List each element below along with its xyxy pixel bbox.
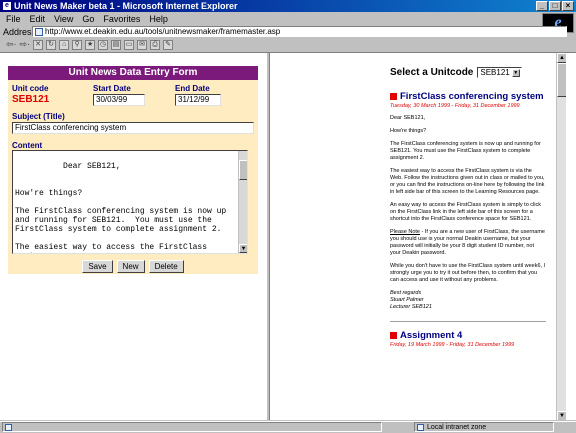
ie-window-icon: e [2,1,12,11]
news-title: FirstClass conferencing system [400,91,544,102]
scroll-down-icon[interactable]: ▼ [239,244,247,253]
bullet-icon [390,93,397,100]
form-heading: Unit News Data Entry Form [8,66,258,80]
news-date: Friday, 19 March 1999 - Friday, 31 Decem… [390,342,515,348]
save-button[interactable]: Save [82,260,113,273]
content-text: Dear SEB121, How're things? The FirstCla… [15,162,227,253]
content-label: Content [12,141,43,150]
close-button[interactable]: × [562,1,574,11]
menu-file[interactable]: File [6,14,21,24]
unit-code-label: Unit code [12,84,49,93]
menu-view[interactable]: View [54,14,73,24]
home-icon[interactable]: ⌂ [59,39,70,50]
content-textarea[interactable]: Dear SEB121, How're things? The FirstCla… [12,150,248,254]
please-note: Please Note [390,229,420,235]
history-icon[interactable]: ◷ [98,39,109,50]
minimize-button[interactable]: _ [536,1,548,11]
page-icon [5,424,12,431]
unitcode-select[interactable]: SEB121 ▼ [477,67,522,78]
back-icon[interactable]: ⇦· [6,39,17,50]
subject-input[interactable]: FirstClass conferencing system [12,122,254,134]
news-paragraph: Please Note - If you are a new user of F… [390,229,546,257]
print-icon[interactable]: ⎙ [150,39,161,50]
menu-favorites[interactable]: Favorites [103,14,140,24]
end-date-label: End Date [175,84,210,93]
delete-button[interactable]: Delete [148,260,184,273]
start-date-label: Start Date [93,84,131,93]
refresh-icon[interactable]: ↻ [46,39,57,50]
news-paragraph: The FirstClass conferencing system is no… [390,141,541,161]
stop-icon[interactable]: ✕ [33,39,44,50]
scroll-up-icon[interactable]: ▲ [557,53,566,63]
news-body: Dear SEB121, How're things? The FirstCla… [390,115,546,311]
scroll-thumb[interactable] [239,160,247,180]
news-paragraph: An easy way to access the FirstClass sys… [390,202,541,222]
unit-code-value: SEB121 [12,94,50,105]
search-icon[interactable]: ⚲ [72,39,83,50]
toolbar: ⇦· ⇨· ✕ ↻ ⌂ ⚲ ★ ◷ ▤ ▭ ✉ ⎙ ✎ [0,38,576,51]
intranet-icon [417,424,424,431]
form-buttons: Save New Delete [8,260,258,273]
page-scrollbar[interactable]: ▲ ▼ [556,53,566,420]
entry-frame: Unit News Data Entry Form Unit code SEB1… [0,53,266,420]
page-content: Unit News Data Entry Form Unit code SEB1… [0,52,576,420]
zone-text: Local intranet zone [427,424,487,431]
title-bar: e Unit News Maker beta 1 - Microsoft Int… [0,0,576,12]
separator [390,321,546,322]
news-paragraph: How're things? [390,128,427,134]
fullscreen-icon[interactable]: ▭ [124,39,135,50]
status-main [2,422,382,432]
chevron-down-icon[interactable]: ▼ [511,68,520,77]
window-title: Unit News Maker beta 1 - Microsoft Inter… [14,1,238,11]
menu-bar: File Edit View Go Favorites Help [0,12,540,25]
news-date: Tuesday, 30 March 1999 - Friday, 31 Dece… [390,103,520,109]
news-paragraph: The easiest way to access the FirstClass… [390,168,545,195]
end-date-input[interactable]: 31/12/99 [175,94,221,106]
menu-go[interactable]: Go [82,14,94,24]
subject-label: Subject (Title) [12,112,65,121]
address-input[interactable]: http://www.et.deakin.edu.au/tools/unitne… [32,26,567,37]
signature-line: Best regards [390,290,422,296]
page-icon [35,28,43,36]
favorites-icon[interactable]: ★ [85,39,96,50]
unitcode-selector: Select a Unitcode SEB121 ▼ [390,67,522,78]
channels-icon[interactable]: ▤ [111,39,122,50]
edit-icon[interactable]: ✎ [163,39,174,50]
start-date-input[interactable]: 30/03/99 [93,94,145,106]
textarea-scrollbar[interactable]: ▲ ▼ [238,151,247,253]
address-url: http://www.et.deakin.edu.au/tools/unitne… [45,27,281,36]
forward-icon[interactable]: ⇨· [20,39,31,50]
news-title: Assignment 4 [400,330,463,341]
unitcode-select-value: SEB121 [480,68,510,77]
menu-help[interactable]: Help [149,14,168,24]
news-greeting: Dear SEB121, [390,115,426,121]
mail-icon[interactable]: ✉ [137,39,148,50]
select-label: Select a Unitcode [390,67,474,78]
entry-form: Unit News Data Entry Form Unit code SEB1… [8,66,258,274]
news-paragraph: While you don't have to use the FirstCla… [390,263,546,283]
news-frame: Select a Unitcode SEB121 ▼ FirstClass co… [270,53,566,420]
signature-line: Lecturer SEB121 [390,304,432,310]
menu-edit[interactable]: Edit [30,14,46,24]
status-zone: Local intranet zone [414,422,554,432]
status-bar: Local intranet zone [0,421,576,432]
news-item: FirstClass conferencing system Tuesday, … [390,91,546,348]
scroll-down-icon[interactable]: ▼ [557,411,566,420]
browser-window: e Unit News Maker beta 1 - Microsoft Int… [0,0,576,432]
address-bar: Address http://www.et.deakin.edu.au/tool… [0,25,567,38]
maximize-button[interactable]: □ [549,1,561,11]
scroll-thumb[interactable] [557,63,566,97]
new-button[interactable]: New [116,260,145,273]
bullet-icon [390,332,397,339]
signature-line: Stuart Palmer [390,297,424,303]
